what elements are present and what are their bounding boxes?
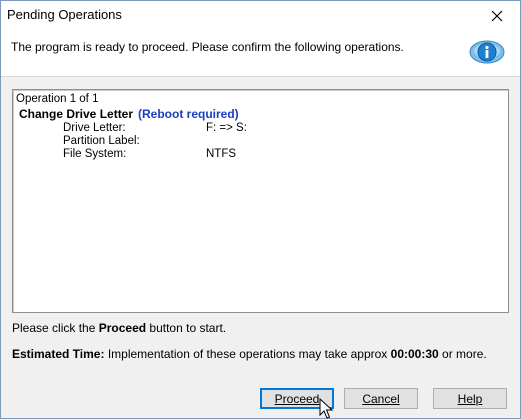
pending-operations-dialog: Pending Operations The program is ready … — [0, 0, 521, 419]
reboot-required-note: (Reboot required) — [138, 107, 239, 121]
header-area: The program is ready to proceed. Please … — [1, 31, 520, 77]
title-bar: Pending Operations — [1, 1, 520, 31]
estimate-label: Estimated Time: — [12, 347, 105, 361]
cancel-button[interactable]: Cancel — [344, 388, 418, 409]
proceed-hint: Please click the Proceed button to start… — [12, 321, 226, 335]
field-value: NTFS — [206, 148, 237, 160]
operation-count: Operation 1 of 1 — [16, 93, 99, 105]
help-label: Help — [457, 391, 483, 406]
header-text: The program is ready to proceed. Please … — [11, 40, 404, 54]
cancel-label: Cancel — [362, 391, 400, 406]
window-title: Pending Operations — [7, 7, 122, 22]
field-label: File System: — [63, 148, 127, 160]
estimated-time: Estimated Time: Implementation of these … — [12, 347, 487, 361]
field-value: F: => S: — [206, 122, 247, 134]
operation-title: Change Drive Letter — [19, 107, 134, 121]
close-button[interactable] — [474, 1, 520, 31]
field-label: Drive Letter: — [63, 122, 126, 134]
hint-suffix: button to start. — [146, 321, 227, 335]
estimate-suffix: or more. — [438, 347, 487, 361]
mouse-pointer-icon — [319, 398, 334, 419]
proceed-label: Proceed — [274, 391, 320, 406]
info-icon — [469, 40, 505, 64]
hint-prefix: Please click the — [12, 321, 99, 335]
help-button[interactable]: Help — [433, 388, 507, 409]
estimate-text: Implementation of these operations may t… — [104, 347, 391, 361]
estimate-time: 00:00:30 — [390, 347, 439, 361]
field-label: Partition Label: — [63, 135, 140, 147]
hint-bold: Proceed — [98, 321, 147, 335]
operations-panel: Operation 1 of 1 Change Drive Letter (Re… — [12, 89, 509, 313]
close-icon — [491, 10, 503, 22]
